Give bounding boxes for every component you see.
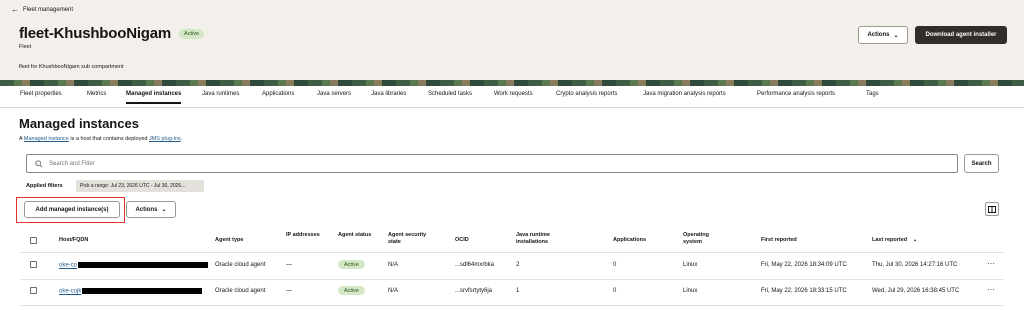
jms-plugins-link[interactable]: JMS plug-ins (149, 136, 181, 142)
status-badge: Active (338, 286, 365, 295)
applied-filters-label: Applied filters (26, 183, 63, 189)
ocid: ...sdl64mxrbka (455, 262, 495, 268)
application-count: 0 (613, 262, 617, 268)
application-count: 0 (613, 288, 617, 294)
row-menu-icon[interactable]: ··· (987, 259, 995, 268)
table-actions-button[interactable]: Actions ⌄ (126, 201, 176, 218)
page-title: fleet-KhushbooNigam (19, 25, 172, 42)
col-runtimes[interactable]: Java runtime installations (516, 232, 566, 246)
tab-tags[interactable]: Tags (866, 91, 879, 97)
last-reported: Thu, Jul 30, 2026 14:27:16 UTC (872, 262, 958, 268)
col-first-reported[interactable]: First reported (761, 237, 797, 244)
tab-scheduled-tasks[interactable]: Scheduled tasks (428, 91, 472, 97)
col-agent-status[interactable]: Agent status (338, 232, 374, 239)
column-settings-button[interactable] (985, 202, 999, 216)
first-reported: Fri, May 22, 2026 18:34:09 UTC (761, 262, 847, 268)
section-title: Managed instances (19, 116, 139, 131)
tab-java-servers[interactable]: Java servers (317, 91, 351, 97)
col-ocid[interactable]: OCID (455, 237, 469, 244)
col-agent-type[interactable]: Agent type (215, 237, 243, 244)
intro-mid: is a host that contains deployed (68, 136, 149, 142)
tab-crypto-analysis-reports[interactable]: Crypto analysis reports (556, 91, 617, 97)
host-link[interactable]: oke-co (59, 262, 209, 269)
actions-label: Actions (867, 32, 890, 38)
tab-work-requests[interactable]: Work requests (494, 91, 533, 97)
chevron-down-icon: ⌄ (893, 32, 899, 39)
resource-type: Fleet (19, 44, 32, 50)
runtime-count: 1 (516, 288, 520, 294)
intro-text: A Managed instance is a host that contai… (19, 136, 182, 142)
col-os[interactable]: Operating system (683, 232, 723, 246)
first-reported: Fri, May 22, 2026 18:33:15 UTC (761, 288, 847, 294)
search-placeholder: Search and Filter (49, 160, 95, 167)
intro-suffix: . (180, 136, 183, 142)
tab-performance-analysis-reports[interactable]: Performance analysis reports (757, 91, 835, 97)
host-link[interactable]: oke-cojk (59, 288, 203, 295)
tab-fleet-properties[interactable]: Fleet properties (20, 91, 62, 97)
col-last-reported[interactable]: Last reported ⌄ (872, 237, 917, 244)
header-divider (20, 252, 1004, 253)
breadcrumb-label[interactable]: Fleet management (23, 7, 73, 13)
add-managed-instances-button[interactable]: Add managed instance(s) (24, 201, 120, 218)
date-range-filter-chip[interactable]: Pick a range: Jul 23, 2026 UTC - Jul 30,… (76, 180, 204, 192)
col-host[interactable]: Host/FQDN (59, 237, 88, 244)
operating-system: Linux (683, 288, 698, 294)
fleet-description: fleet for KhushbooNigam sub compartment (19, 64, 124, 70)
tab-managed-instances[interactable]: Managed instances (126, 91, 182, 104)
chevron-down-icon: ⌄ (161, 207, 167, 213)
status-badge: Active (179, 28, 205, 39)
row-checkbox[interactable] (30, 287, 37, 294)
row-menu-icon[interactable]: ··· (987, 285, 995, 294)
col-applications[interactable]: Applications (613, 237, 646, 244)
operating-system: Linux (683, 262, 698, 268)
agent-type: Oracle cloud agent (215, 262, 266, 268)
col-ip[interactable]: IP addresses (286, 232, 322, 239)
runtime-count: 2 (516, 262, 520, 268)
redacted-block (78, 262, 209, 268)
agent-type: Oracle cloud agent (215, 288, 266, 294)
ocid: ...srvfsrtyty6ja (455, 288, 493, 294)
table-actions-label: Actions (135, 206, 158, 213)
ip-addresses: — (286, 288, 292, 294)
select-all-checkbox[interactable] (30, 237, 37, 244)
security-state: N/A (388, 262, 399, 268)
tab-java-runtimes[interactable]: Java runtimes (202, 91, 239, 97)
page-header: ← Fleet management fleet-KhushbooNigam A… (0, 0, 1024, 80)
back-arrow-icon[interactable]: ← (11, 6, 19, 14)
tab-metrics[interactable]: Metrics (87, 91, 106, 97)
title-row: fleet-KhushbooNigam Active (19, 25, 205, 42)
breadcrumb[interactable]: ← Fleet management (11, 6, 73, 14)
tab-applications[interactable]: Applications (262, 91, 294, 97)
managed-instance-link[interactable]: Managed instance (24, 136, 69, 142)
row-checkbox[interactable] (30, 261, 37, 268)
tab-java-libraries[interactable]: Java libraries (371, 91, 406, 97)
last-reported: Wed, Jul 29, 2026 16:38:45 UTC (872, 288, 960, 294)
search-input[interactable]: Search and Filter (26, 154, 958, 173)
ip-addresses: — (286, 262, 292, 268)
columns-icon (988, 205, 996, 213)
row-divider (20, 305, 1004, 306)
col-security[interactable]: Agent security state (388, 232, 438, 246)
redacted-block (82, 288, 203, 294)
tab-bar: Fleet properties Metrics Managed instanc… (0, 86, 1024, 108)
search-icon (35, 159, 43, 168)
tab-java-migration-analysis-reports[interactable]: Java migration analysis reports (643, 91, 726, 97)
security-state: N/A (388, 288, 399, 294)
status-badge: Active (338, 260, 365, 269)
row-divider (20, 279, 1004, 280)
sort-descending-icon[interactable]: ⌄ (913, 237, 918, 243)
download-agent-installer-button[interactable]: Download agent installer (915, 26, 1007, 44)
search-button[interactable]: Search (964, 154, 999, 173)
actions-button[interactable]: Actions ⌄ (858, 26, 908, 44)
